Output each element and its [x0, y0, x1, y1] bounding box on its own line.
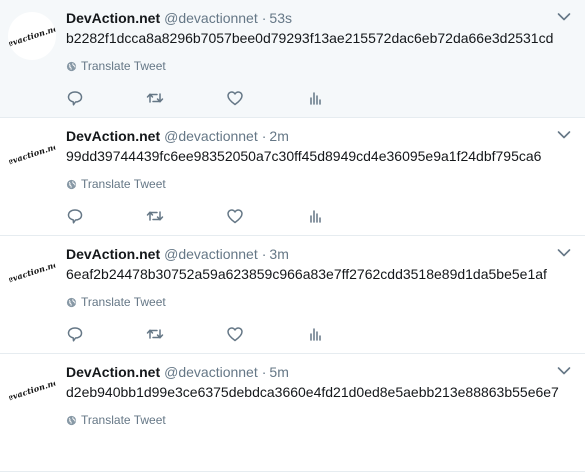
tweet-timestamp[interactable]: 2m	[269, 128, 288, 144]
reply-button[interactable]	[66, 325, 146, 343]
like-button[interactable]	[226, 325, 306, 343]
tweet[interactable]: devaction.net DevAction.net @devactionnet…	[0, 118, 585, 236]
translate-tweet-link[interactable]: Translate Tweet	[66, 294, 166, 310]
translate-label: Translate Tweet	[81, 295, 166, 309]
author-name[interactable]: DevAction.net	[66, 246, 160, 262]
reply-button[interactable]	[66, 89, 146, 107]
tweet-timestamp[interactable]: 53s	[269, 10, 292, 26]
tweet-actions	[66, 207, 386, 225]
author-handle[interactable]: @devactionnet	[164, 364, 258, 380]
translate-label: Translate Tweet	[81, 59, 166, 73]
reply-icon	[67, 327, 83, 342]
reply-icon	[67, 209, 83, 224]
like-icon	[227, 327, 243, 342]
tweet[interactable]: devaction.net DevAction.net @devactionnet…	[0, 0, 585, 118]
tweet[interactable]: devaction.net DevAction.net @devactionnet…	[0, 354, 585, 472]
avatar-logo-text: devaction.net	[8, 139, 56, 169]
author-handle[interactable]: @devactionnet	[164, 10, 258, 26]
avatar[interactable]: devaction.net	[8, 130, 56, 178]
author-handle[interactable]: @devactionnet	[164, 246, 258, 262]
tweet-timestamp[interactable]: 5m	[269, 364, 288, 380]
retweet-icon	[146, 93, 164, 103]
analytics-button[interactable]	[306, 325, 386, 343]
translate-tweet-link[interactable]: Translate Tweet	[66, 412, 166, 428]
translate-label: Translate Tweet	[81, 177, 166, 191]
tweet-header: DevAction.net @devactionnet · 3m	[66, 245, 289, 263]
chevron-down-icon[interactable]	[557, 366, 571, 376]
tweet-text: 99dd39744439fc6ee98352050a7c30ff45d8949c…	[66, 148, 542, 164]
retweet-button[interactable]	[146, 207, 226, 225]
author-name[interactable]: DevAction.net	[66, 10, 160, 26]
translate-tweet-link[interactable]: Translate Tweet	[66, 58, 166, 74]
author-name[interactable]: DevAction.net	[66, 364, 160, 380]
tweet-text: 6eaf2b24478b30752a59a623859c966a83e7ff27…	[66, 266, 547, 282]
globe-icon	[66, 179, 77, 189]
tweet-header: DevAction.net @devactionnet · 5m	[66, 363, 289, 381]
avatar-logo-text: devaction.net	[8, 375, 56, 405]
tweet-actions	[66, 325, 386, 343]
chevron-down-icon[interactable]	[557, 12, 571, 22]
tweet[interactable]: devaction.net DevAction.net @devactionnet…	[0, 236, 585, 354]
retweet-icon	[146, 329, 164, 339]
like-icon	[227, 91, 243, 106]
reply-button[interactable]	[66, 207, 146, 225]
tweet-timeline: devaction.net DevAction.net @devactionnet…	[0, 0, 585, 472]
like-button[interactable]	[226, 89, 306, 107]
retweet-icon	[146, 211, 164, 221]
like-icon	[227, 209, 243, 224]
separator-dot: ·	[261, 10, 267, 26]
tweet-text: d2eb940bb1d99e3ce6375debdca3660e4fd21d0e…	[66, 384, 559, 400]
avatar[interactable]: devaction.net	[8, 248, 56, 296]
tweet-header: DevAction.net @devactionnet · 2m	[66, 127, 289, 145]
separator-dot: ·	[261, 246, 267, 262]
avatar-logo-text: devaction.net	[8, 257, 56, 287]
separator-dot: ·	[261, 364, 267, 380]
avatar-logo-text: devaction.net	[8, 21, 56, 51]
retweet-button[interactable]	[146, 325, 226, 343]
tweet-header: DevAction.net @devactionnet · 53s	[66, 9, 292, 27]
retweet-button[interactable]	[146, 89, 226, 107]
analytics-button[interactable]	[306, 207, 386, 225]
tweet-actions	[66, 89, 386, 107]
analytics-icon	[310, 210, 321, 223]
translate-label: Translate Tweet	[81, 413, 166, 427]
tweet-text: b2282f1dcca8a8296b7057bee0d79293f13ae215…	[66, 30, 554, 46]
analytics-button[interactable]	[306, 89, 386, 107]
tweet-timestamp[interactable]: 3m	[269, 246, 288, 262]
reply-icon	[67, 91, 83, 106]
avatar[interactable]: devaction.net	[8, 366, 56, 414]
globe-icon	[66, 297, 77, 307]
translate-tweet-link[interactable]: Translate Tweet	[66, 176, 166, 192]
globe-icon	[66, 415, 77, 425]
chevron-down-icon[interactable]	[557, 130, 571, 140]
chevron-down-icon[interactable]	[557, 248, 571, 258]
globe-icon	[66, 61, 77, 71]
analytics-icon	[310, 92, 321, 105]
avatar[interactable]: devaction.net	[8, 12, 56, 60]
analytics-icon	[310, 328, 321, 341]
separator-dot: ·	[261, 128, 267, 144]
author-handle[interactable]: @devactionnet	[164, 128, 258, 144]
like-button[interactable]	[226, 207, 306, 225]
author-name[interactable]: DevAction.net	[66, 128, 160, 144]
